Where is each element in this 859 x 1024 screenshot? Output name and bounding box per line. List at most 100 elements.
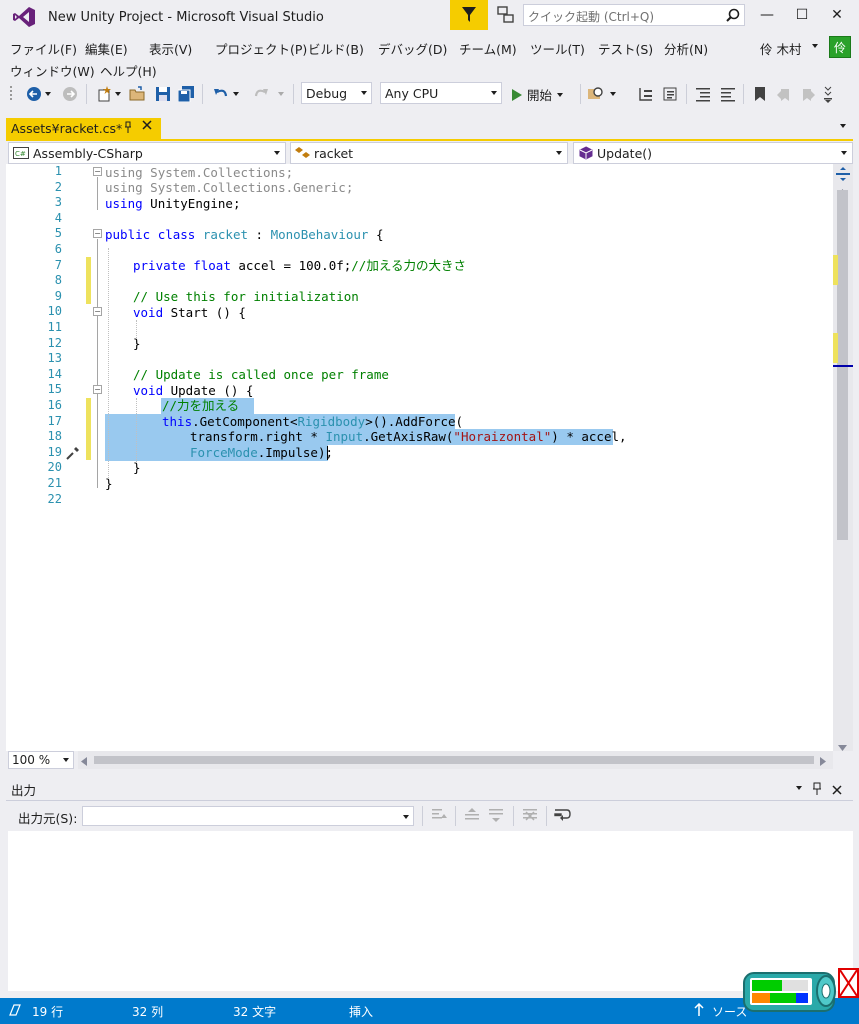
member-navigation-select[interactable]: Update(): [573, 142, 853, 164]
close-tab-icon[interactable]: [142, 119, 156, 135]
collapse-region-icon[interactable]: −: [93, 307, 102, 316]
code-token: float: [193, 258, 231, 273]
project-navigation-select[interactable]: C# Assembly-CSharp: [8, 142, 286, 164]
output-text-area[interactable]: [8, 831, 853, 991]
split-window-icon[interactable]: [835, 166, 851, 182]
close-button[interactable]: ✕: [822, 4, 852, 26]
menu-test[interactable]: テスト(S): [598, 39, 653, 58]
tab-list-dropdown-icon[interactable]: [840, 124, 846, 128]
uncomment-lines-icon[interactable]: [718, 84, 738, 104]
undo-dropdown-icon[interactable]: [231, 84, 241, 104]
code-line-14: // Update is called once per frame: [133, 367, 389, 383]
publish-arrow-up-icon[interactable]: [694, 1002, 704, 1020]
user-menu-chevron-down-icon[interactable]: [812, 44, 818, 48]
floating-meter-widget[interactable]: [742, 969, 838, 1013]
menu-window[interactable]: ウィンドウ(W): [10, 61, 95, 80]
toggle-word-wrap-icon[interactable]: [553, 806, 571, 827]
navigate-back-icon[interactable]: [24, 84, 44, 104]
scroll-down-icon[interactable]: [838, 740, 847, 754]
scroll-left-icon[interactable]: [81, 755, 87, 769]
menu-view[interactable]: 表示(V): [149, 39, 192, 58]
menu-debug[interactable]: デバッグ(D): [378, 39, 447, 58]
platform-select[interactable]: Any CPU: [380, 82, 502, 104]
avatar[interactable]: 伶: [829, 36, 851, 58]
collapse-region-icon[interactable]: −: [93, 385, 102, 394]
redo-dropdown-icon[interactable]: [276, 84, 286, 104]
menu-file[interactable]: ファイル(F): [10, 39, 77, 58]
code-token: "Horaizontal": [453, 429, 552, 444]
find-message-in-code-icon[interactable]: [430, 806, 448, 827]
menu-tools[interactable]: ツール(T): [530, 39, 585, 58]
type-navigation-select[interactable]: racket: [290, 142, 568, 164]
output-source-select[interactable]: [82, 806, 414, 826]
collapse-region-icon[interactable]: −: [93, 229, 102, 238]
menu-project[interactable]: プロジェクト(P): [215, 39, 307, 58]
toolbar-separator: [743, 84, 744, 104]
menu-build[interactable]: ビルド(B): [308, 39, 364, 58]
menu-analyze[interactable]: 分析(N): [664, 39, 708, 58]
scroll-right-icon[interactable]: [820, 755, 826, 769]
zoom-select[interactable]: 100 %: [8, 751, 74, 769]
undo-icon[interactable]: [211, 84, 231, 104]
line-number: 17: [47, 414, 62, 428]
step-into-icon[interactable]: [636, 84, 656, 104]
menu-edit[interactable]: 編集(E): [85, 39, 128, 58]
next-bookmark-icon[interactable]: [798, 84, 818, 104]
bookmark-icon[interactable]: [750, 84, 770, 104]
user-name[interactable]: 伶 木村: [760, 39, 801, 58]
go-to-previous-message-icon[interactable]: [463, 806, 481, 827]
new-dropdown-icon[interactable]: [113, 84, 123, 104]
line-number: 10: [47, 304, 62, 318]
navigate-forward-icon[interactable]: [60, 84, 80, 104]
code-token: private: [133, 258, 186, 273]
horizontal-scroll-thumb[interactable]: [94, 756, 814, 764]
previous-bookmark-icon[interactable]: [774, 84, 794, 104]
go-to-next-message-icon[interactable]: [487, 806, 505, 827]
start-debugging-button[interactable]: 開始: [512, 85, 564, 104]
status-ready-icon: [8, 1003, 22, 1020]
code-token: using: [105, 165, 143, 180]
panel-pin-icon[interactable]: [812, 782, 822, 799]
clear-all-icon[interactable]: [521, 806, 539, 827]
menu-team[interactable]: チーム(M): [459, 39, 517, 58]
change-indicator: [86, 398, 91, 460]
toolbar-separator: [513, 806, 514, 826]
change-indicator: [86, 257, 91, 304]
panel-options-dropdown-icon[interactable]: [796, 786, 802, 790]
indent-guide: [108, 248, 109, 478]
notification-filter-icon[interactable]: [450, 0, 488, 30]
collapse-region-icon[interactable]: −: [93, 167, 102, 176]
pin-tab-icon[interactable]: [123, 121, 135, 135]
outline-guide: [97, 177, 98, 210]
menu-help[interactable]: ヘルプ(H): [100, 61, 157, 80]
find-dropdown-icon[interactable]: [608, 84, 618, 104]
code-token: }: [133, 336, 141, 351]
toolbar-overflow-icon[interactable]: [821, 84, 835, 104]
redo-icon[interactable]: [251, 84, 271, 104]
output-panel-header[interactable]: 出力: [6, 779, 853, 801]
toolbar-grip-icon[interactable]: [8, 84, 16, 104]
configuration-select[interactable]: Debug: [301, 82, 372, 104]
feedback-icon[interactable]: [495, 5, 517, 25]
minimize-button[interactable]: —: [752, 4, 782, 26]
back-dropdown-icon[interactable]: [43, 84, 53, 104]
quick-launch-input[interactable]: クイック起動 (Ctrl+Q): [523, 4, 745, 26]
quick-actions-screwdriver-icon[interactable]: [66, 446, 80, 463]
status-insert-mode[interactable]: 挿入: [349, 1003, 373, 1020]
format-document-icon[interactable]: [660, 84, 680, 104]
open-folder-icon[interactable]: [128, 84, 148, 104]
maximize-button[interactable]: ☐: [787, 4, 817, 26]
comment-lines-icon[interactable]: [693, 84, 713, 104]
code-line-21: }: [105, 476, 113, 492]
toolbar-separator: [293, 84, 294, 104]
code-line-3: using UnityEngine;: [105, 196, 240, 212]
tab-racket-cs[interactable]: Assets¥racket.cs*: [6, 118, 161, 140]
close-x-icon[interactable]: [838, 968, 859, 998]
outline-guide: [97, 239, 98, 488]
save-all-icon[interactable]: [177, 84, 197, 104]
save-icon[interactable]: [153, 84, 173, 104]
panel-close-icon[interactable]: [832, 784, 842, 798]
line-number: 11: [47, 320, 62, 334]
new-project-icon[interactable]: [94, 84, 114, 104]
solution-explorer-search-icon[interactable]: [586, 84, 606, 104]
